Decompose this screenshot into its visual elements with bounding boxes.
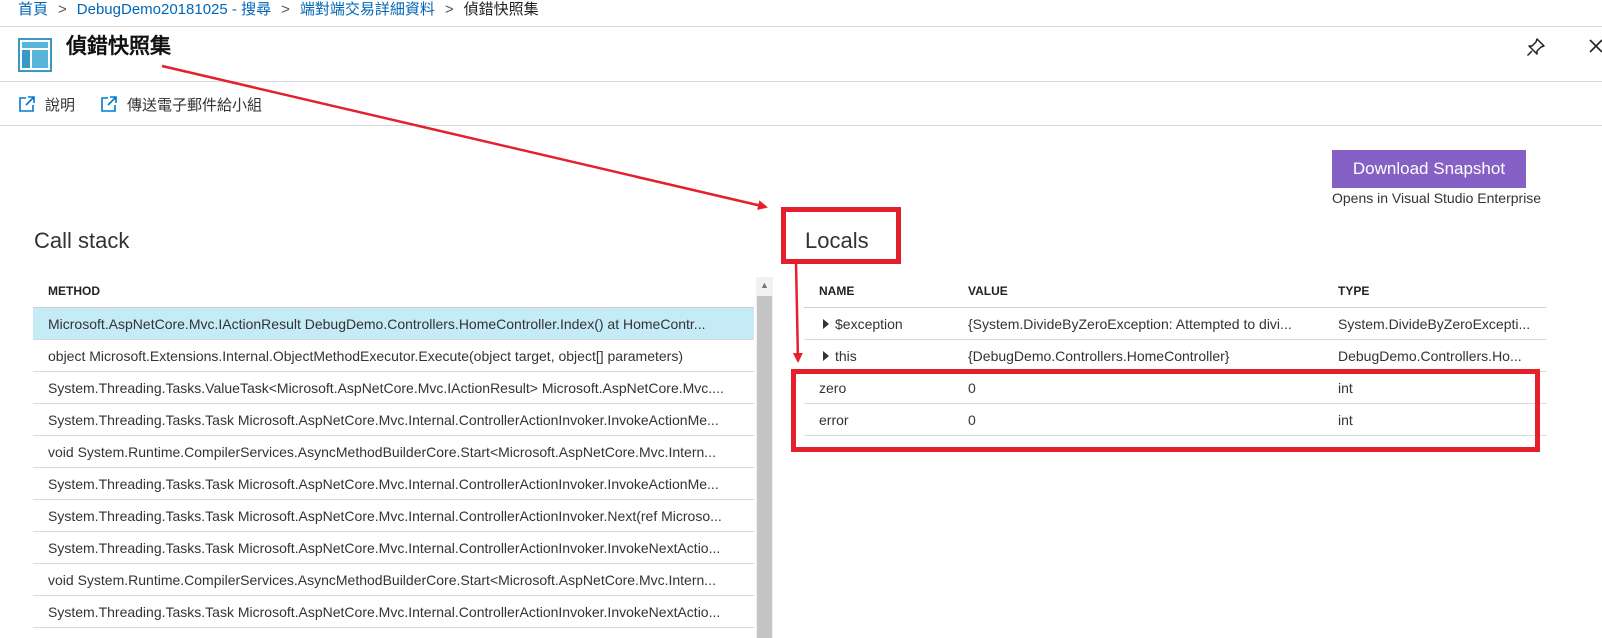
table-row[interactable]: System.Threading.Tasks.ValueTask<Microso… (33, 371, 754, 404)
locals-highlight-box (781, 207, 901, 264)
pin-icon[interactable] (1526, 37, 1546, 57)
scroll-thumb[interactable] (757, 296, 772, 638)
chevron-right-icon: > (58, 1, 67, 18)
method-cell: System.Threading.Tasks.Task Microsoft.As… (33, 467, 754, 500)
expand-arrow-icon[interactable] (823, 318, 829, 329)
variable-name: this (835, 347, 857, 364)
method-cell: System.Threading.Tasks.ValueTask<Microso… (33, 371, 754, 404)
table-row[interactable]: void System.Runtime.CompilerServices.Asy… (33, 435, 754, 468)
variables-highlight-box (791, 369, 1540, 452)
method-cell: System.Threading.Tasks.Task Microsoft.As… (33, 499, 754, 532)
table-row[interactable]: object Microsoft.Extensions.Internal.Obj… (33, 339, 754, 372)
method-cell: object Microsoft.Extensions.Internal.Obj… (33, 339, 754, 372)
breadcrumb-search-link[interactable]: DebugDemo20181025 - 搜尋 (77, 1, 271, 18)
table-header-row: NAME VALUE TYPE (804, 275, 1546, 308)
table-row[interactable]: this {DebugDemo.Controllers.HomeControll… (804, 339, 1546, 372)
divider (0, 125, 1602, 126)
method-cell: Microsoft.AspNetCore.Mvc.IActionResult D… (33, 307, 754, 340)
page-title: 偵錯快照集 (66, 35, 171, 58)
email-team-command-label: 傳送電子郵件給小組 (127, 96, 263, 114)
table-row[interactable]: void System.Runtime.CompilerServices.Asy… (33, 563, 754, 596)
locals-to-variables-arrow (792, 261, 803, 363)
breadcrumb-current: 偵錯快照集 (463, 1, 539, 18)
table-row[interactable]: System.Threading.Tasks.Task Microsoft.As… (33, 403, 754, 436)
expand-arrow-icon[interactable] (823, 350, 829, 361)
table-row[interactable]: System.Threading.Tasks.Task Microsoft.As… (33, 595, 754, 628)
chevron-right-icon: > (444, 1, 454, 18)
name-column-header[interactable]: NAME (804, 275, 953, 308)
breadcrumb: 首頁 > DebugDemo20181025 - 搜尋 > 端對端交易詳細資料 > 偵錯快照… (18, 0, 539, 24)
method-cell: void System.Runtime.CompilerServices.Asy… (33, 563, 754, 596)
download-snapshot-button[interactable]: Download Snapshot (1332, 150, 1526, 188)
email-team-command[interactable]: 傳送電子郵件給小組 (100, 93, 262, 115)
type-cell: DebugDemo.Controllers.Ho... (1323, 339, 1546, 372)
table-row[interactable]: System.Threading.Tasks.Task Microsoft.As… (33, 467, 754, 500)
table-row[interactable]: System.Threading.Tasks.Task Microsoft.As… (33, 499, 754, 532)
method-cell: void System.Runtime.CompilerServices.Asy… (33, 435, 754, 468)
breadcrumb-transaction-link[interactable]: 端對端交易詳細資料 (300, 1, 435, 18)
table-header-row: METHOD (33, 275, 754, 308)
name-cell: this (804, 339, 953, 372)
call-stack-table: METHOD Microsoft.AspNetCore.Mvc.IActionR… (33, 275, 754, 628)
download-note: Opens in Visual Studio Enterprise (1332, 190, 1542, 206)
external-link-icon (101, 96, 117, 112)
variable-name: $exception (835, 315, 903, 332)
method-cell: System.Threading.Tasks.Task Microsoft.As… (33, 531, 754, 564)
value-cell: {DebugDemo.Controllers.HomeController} (953, 339, 1323, 372)
help-command-label: 說明 (45, 96, 76, 114)
divider (0, 81, 1602, 82)
value-column-header[interactable]: VALUE (953, 275, 1323, 308)
type-column-header[interactable]: TYPE (1323, 275, 1546, 308)
name-cell: $exception (804, 307, 953, 340)
external-link-icon (19, 96, 35, 112)
method-cell: System.Threading.Tasks.Task Microsoft.As… (33, 403, 754, 436)
scroll-up-arrow-icon[interactable]: ▲ (756, 277, 773, 294)
table-row[interactable]: Microsoft.AspNetCore.Mvc.IActionResult D… (33, 307, 754, 340)
help-command[interactable]: 說明 (18, 93, 75, 115)
type-cell: System.DivideByZeroExcepti... (1323, 307, 1546, 340)
blade-icon (18, 38, 52, 72)
method-column-header[interactable]: METHOD (33, 275, 754, 308)
method-cell: System.Threading.Tasks.Task Microsoft.As… (33, 595, 754, 628)
table-row[interactable]: $exception {System.DivideByZeroException… (804, 307, 1546, 340)
title-to-locals-arrow (161, 64, 768, 211)
call-stack-scrollbar[interactable]: ▲ (756, 277, 773, 638)
table-row[interactable]: System.Threading.Tasks.Task Microsoft.As… (33, 531, 754, 564)
chevron-right-icon: > (281, 1, 290, 18)
divider (0, 26, 1602, 27)
call-stack-heading: Call stack (34, 228, 130, 253)
value-cell: {System.DivideByZeroException: Attempted… (953, 307, 1323, 340)
breadcrumb-home-link[interactable]: 首頁 (18, 1, 48, 18)
close-icon[interactable] (1586, 36, 1602, 56)
